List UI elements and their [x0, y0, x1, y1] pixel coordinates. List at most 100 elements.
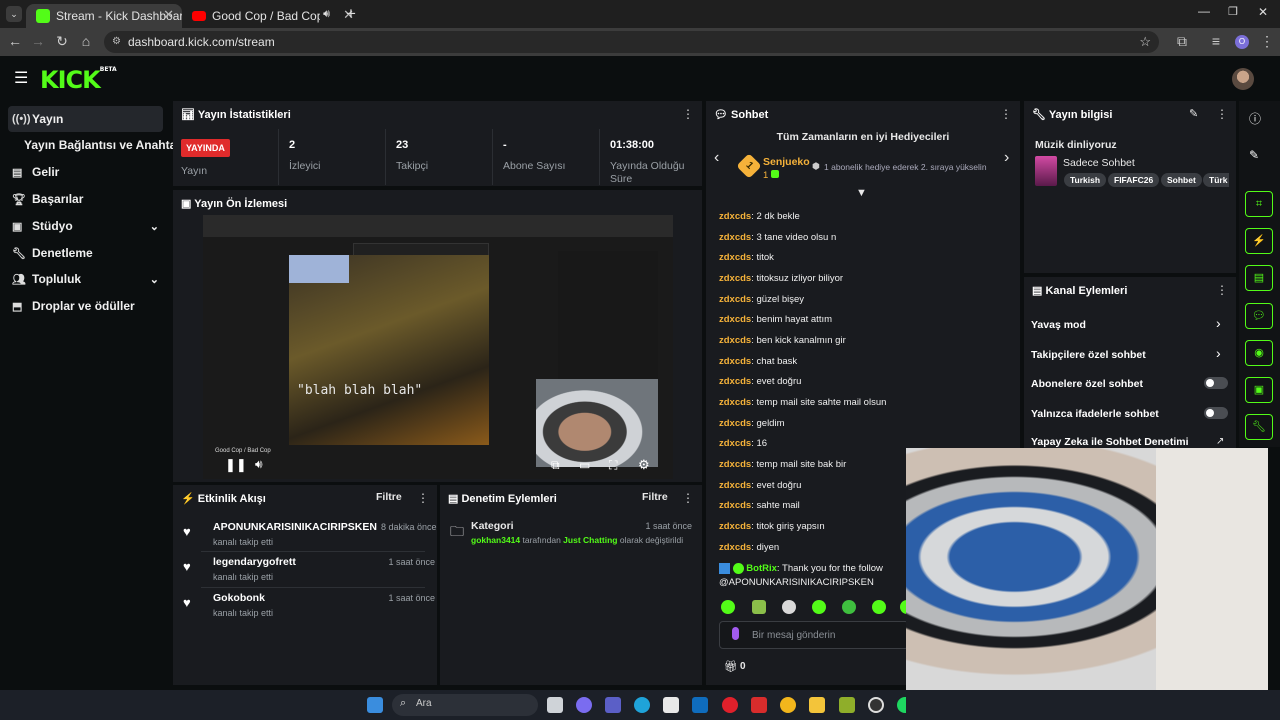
edit-pencil-icon[interactable]: ✎ [1249, 148, 1259, 162]
sidebar-item-drops[interactable]: ⬒ Droplar ve ödüller [8, 293, 163, 319]
chat-username[interactable]: zdxcds [719, 459, 751, 470]
lightning-icon[interactable]: ⚡ [1245, 228, 1273, 254]
app-icon[interactable] [839, 697, 855, 713]
obs-icon[interactable] [868, 697, 884, 713]
more-options-icon[interactable]: ⋮ [417, 491, 429, 505]
taskbar-search[interactable]: ⌕ Ara [392, 694, 538, 716]
task-view-icon[interactable] [547, 697, 563, 713]
filter-button[interactable]: Filtre [376, 491, 402, 503]
user-avatar[interactable] [1232, 68, 1254, 90]
sidebar-item-moderation[interactable]: 🔧︎ Denetleme [8, 240, 163, 266]
chat-username[interactable]: zdxcds [719, 397, 751, 408]
chat-username[interactable]: zdxcds [719, 418, 751, 429]
chat-username[interactable]: zdxcds [719, 542, 751, 553]
collapse-gifters-icon[interactable]: ▼ [856, 187, 867, 199]
broadcast-icon[interactable]: ◉ [1245, 340, 1273, 366]
copilot-icon[interactable] [576, 697, 592, 713]
external-link-icon[interactable]: ↗ [1216, 436, 1224, 447]
tab-kick-dashboard[interactable]: Stream - Kick Dashboard ✕ [26, 4, 182, 28]
chat-username[interactable]: zdxcds [719, 438, 751, 449]
spotify-icon[interactable] [897, 697, 906, 713]
hamburger-menu-icon[interactable]: ☰ [14, 68, 28, 88]
extensions-icon[interactable]: ⧉ [1173, 33, 1191, 50]
url-field[interactable]: ⚙ dashboard.kick.com/stream ☆ [104, 31, 1159, 53]
file-explorer-icon[interactable] [809, 697, 825, 713]
sidebar-item-stream-key[interactable]: Yayın Bağlantısı ve Anahtarı [24, 132, 184, 158]
tab-list-chevron-icon[interactable]: ⌄ [6, 6, 22, 22]
close-window-icon[interactable]: ✕ [1258, 5, 1268, 19]
followers-only-row[interactable]: Takipçilere özel sohbet [1031, 349, 1146, 361]
sidebar-item-revenue[interactable]: ▤ Gelir [8, 159, 163, 185]
emote-icon[interactable] [752, 600, 766, 614]
outlook-icon[interactable] [692, 697, 708, 713]
sidebar-item-stream[interactable]: ((•)) Yayın [8, 106, 163, 132]
more-options-icon[interactable]: ⋮ [1216, 107, 1228, 121]
reload-icon[interactable]: ↻ [53, 33, 71, 50]
stream-preview-video[interactable]: "blah blah blah" Good Cop / Bad Cop ❚❚ 🔊… [203, 215, 673, 479]
chat-username[interactable]: zdxcds [719, 252, 751, 263]
media-control-icon[interactable]: ≡ [1207, 33, 1225, 49]
gifter-name[interactable]: Senjueko [763, 156, 810, 168]
maximize-icon[interactable]: ❐ [1228, 5, 1238, 18]
tab-youtube[interactable]: Good Cop / Bad Cop - YouT 🔊︎ ✕ [182, 4, 362, 28]
wps-icon[interactable] [751, 697, 767, 713]
kick-logo[interactable]: KICKBETA [40, 66, 117, 94]
close-tab-icon[interactable]: ✕ [163, 7, 174, 23]
wrench-icon[interactable]: 🔧︎ [1245, 414, 1273, 440]
chevron-left-icon[interactable]: ‹ [714, 149, 719, 167]
sidebar-item-achievements[interactable]: 🏆︎ Başarılar [8, 186, 163, 212]
theater-icon[interactable]: ▭ [579, 458, 590, 472]
slow-mode-row[interactable]: Yavaş mod [1031, 319, 1086, 331]
event-username[interactable]: APONUNKARISINIKACIRIPSKEN [213, 521, 377, 533]
emote-icon[interactable] [721, 600, 735, 614]
more-options-icon[interactable]: ⋮ [682, 491, 694, 505]
chat-username[interactable]: zdxcds [719, 480, 751, 491]
tag-chip[interactable]: Turkish [1064, 173, 1107, 187]
chat-username[interactable]: zdxcds [719, 314, 751, 325]
teams-icon[interactable] [605, 697, 621, 713]
chat-input[interactable]: Bir mesaj gönderin [719, 621, 909, 649]
chat-username[interactable]: zdxcds [719, 335, 751, 346]
home-icon[interactable]: ⌂ [77, 33, 95, 49]
windows-start-icon[interactable] [367, 697, 383, 713]
more-options-icon[interactable]: ⋮ [1216, 283, 1228, 297]
settings-gear-icon[interactable]: ⚙ [638, 457, 650, 473]
site-info-icon[interactable]: ⚙ [112, 31, 121, 53]
category-name[interactable]: Just Chatting [563, 535, 617, 545]
moderator-username[interactable]: gokhan3414 [471, 535, 520, 545]
event-username[interactable]: Gokobonk [213, 592, 265, 604]
sidebar-item-community[interactable]: 👥︎ Topluluk ⌄ [8, 266, 163, 292]
info-icon[interactable]: ⓘ [1249, 110, 1261, 127]
audio-playing-icon[interactable]: 🔊︎ [323, 8, 330, 21]
chevron-right-icon[interactable]: › [1004, 149, 1009, 167]
gift-box-icon[interactable]: 🎁︎ [724, 660, 738, 673]
emote-icon[interactable] [812, 600, 826, 614]
opera-icon[interactable] [722, 697, 738, 713]
notes-icon[interactable]: ▤ [1245, 265, 1273, 291]
chat-username[interactable]: BotRix [746, 563, 777, 574]
emotes-only-toggle[interactable] [1204, 407, 1228, 419]
clip-icon[interactable]: ⌗ [1245, 191, 1273, 217]
more-options-icon[interactable]: ⋮ [1000, 107, 1012, 121]
chat-username[interactable]: zdxcds [719, 521, 751, 532]
chat-username[interactable]: zdxcds [719, 376, 751, 387]
chat-username[interactable]: zdxcds [719, 500, 751, 511]
sidebar-item-studio[interactable]: ▣ Stüdyo ⌄ [8, 213, 163, 239]
stream-manager-icon[interactable]: ▣ [1245, 377, 1273, 403]
emote-icon[interactable] [782, 600, 796, 614]
store-icon[interactable] [663, 697, 679, 713]
microphone-icon[interactable] [732, 627, 739, 640]
forward-icon[interactable]: → [29, 33, 47, 49]
profile-avatar-icon[interactable]: O [1235, 35, 1249, 49]
chrome-icon[interactable] [780, 697, 796, 713]
tag-chip[interactable]: Sohbet [1161, 173, 1202, 187]
fullscreen-icon[interactable]: ⛶ [609, 458, 617, 473]
tag-chip[interactable]: FIFAFC26 [1108, 173, 1160, 187]
category-name[interactable]: Sadece Sohbet [1063, 157, 1135, 169]
chat-username[interactable]: zdxcds [719, 232, 751, 243]
chat-username[interactable]: zdxcds [719, 294, 751, 305]
emote-icon[interactable] [842, 600, 856, 614]
edit-pencil-icon[interactable]: ✎ [1189, 107, 1198, 120]
bookmark-star-icon[interactable]: ☆ [1139, 31, 1151, 53]
event-username[interactable]: legendarygofrett [213, 556, 296, 568]
